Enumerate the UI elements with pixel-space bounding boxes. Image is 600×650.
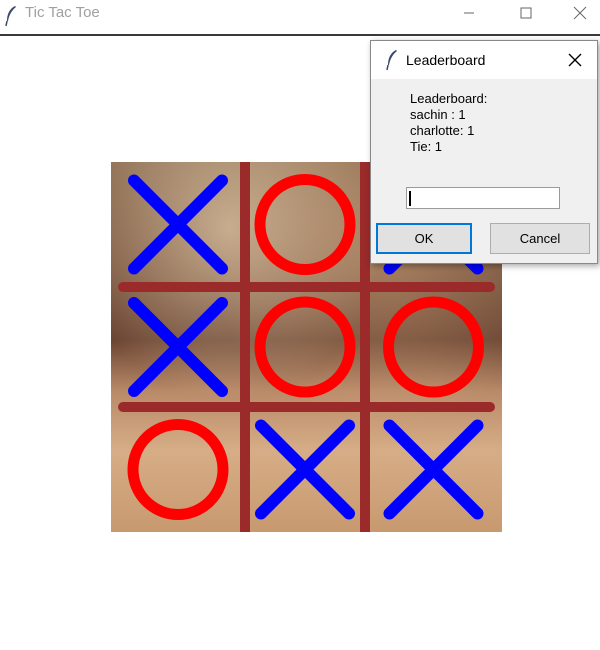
message-line: Tie: 1 xyxy=(410,139,443,154)
ok-button[interactable]: OK xyxy=(376,223,472,254)
cancel-button[interactable]: Cancel xyxy=(490,223,590,254)
x-mark xyxy=(383,419,484,520)
minimize-icon xyxy=(464,12,474,14)
text-caret xyxy=(409,191,411,206)
close-icon xyxy=(573,6,587,20)
o-mark xyxy=(254,174,356,275)
feather-icon xyxy=(385,49,399,71)
o-mark xyxy=(254,296,356,398)
close-icon xyxy=(568,53,582,67)
x-mark xyxy=(128,297,228,397)
x-mark xyxy=(128,174,228,275)
dialog-title-bar: Leaderboard xyxy=(371,41,597,79)
title-bar-divider xyxy=(0,34,600,36)
leaderboard-dialog: Leaderboard Leaderboard: sachin : 1 char… xyxy=(370,40,598,264)
window-title: Tic Tac Toe xyxy=(25,4,100,21)
dialog-title: Leaderboard xyxy=(406,52,486,68)
leaderboard-message: Leaderboard: sachin : 1 charlotte: 1 Tie… xyxy=(410,91,487,155)
feather-icon xyxy=(4,5,18,27)
o-mark xyxy=(383,296,484,398)
title-bar: Tic Tac Toe xyxy=(0,0,600,34)
o-mark xyxy=(127,419,229,520)
minimize-button[interactable] xyxy=(446,0,492,26)
close-button[interactable] xyxy=(560,0,600,26)
name-entry-field[interactable] xyxy=(406,187,560,209)
maximize-icon xyxy=(520,7,532,19)
message-line: sachin : 1 xyxy=(410,107,466,122)
dialog-close-button[interactable] xyxy=(561,49,589,71)
x-mark xyxy=(255,419,355,520)
message-line: charlotte: 1 xyxy=(410,123,475,138)
maximize-button[interactable] xyxy=(503,0,549,26)
message-line: Leaderboard: xyxy=(410,91,488,106)
